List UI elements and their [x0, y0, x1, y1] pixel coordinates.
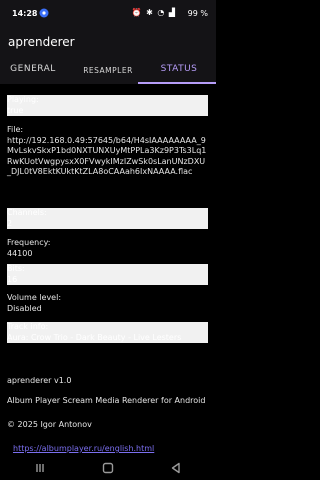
frequency-label: Frequency:	[7, 238, 51, 247]
volume-row: Volume level: Disabled	[7, 293, 208, 314]
battery-level: 99 %	[187, 9, 208, 18]
system-icons: ⏰ ✱ ◔ ▟	[132, 8, 176, 17]
back-icon	[171, 462, 180, 474]
recents-icon	[36, 464, 44, 472]
channels-value: 2	[7, 218, 13, 228]
frequency-row: Frequency: 44100	[7, 238, 208, 259]
track-info-label: Track info:	[7, 322, 49, 331]
bluetooth-icon: ✱	[146, 8, 154, 17]
status-content: Playing: true File: http://192.168.0.49:…	[0, 84, 216, 453]
tab-general[interactable]: GENERAL	[8, 64, 58, 74]
volume-value: Disabled	[7, 303, 42, 313]
bits-value: 16	[7, 274, 18, 284]
playing-label: Playing:	[7, 95, 39, 104]
home-button[interactable]	[100, 460, 116, 476]
playing-value: true	[7, 105, 24, 115]
app-title: aprenderer	[8, 35, 75, 49]
status-time: 14:28	[12, 9, 38, 18]
signal-icon: ▟	[168, 8, 176, 17]
about-description: Album Player Scream Media Renderer for A…	[7, 396, 206, 405]
file-label: File:	[7, 125, 24, 134]
volume-label: Volume level:	[7, 293, 62, 302]
bits-label: Bits:	[7, 264, 25, 273]
tab-resampler[interactable]: RESAMPLER	[78, 66, 138, 75]
about-copyright: © 2025 Igor Antonov	[7, 420, 92, 429]
home-icon	[102, 462, 114, 474]
back-button[interactable]	[168, 460, 184, 476]
track-info-row: Track info: Aura: Crow Trio - Dark Beaut…	[7, 322, 208, 343]
status-bar: 14:28 ⏰ ✱ ◔ ▟ 99 %	[0, 0, 216, 28]
tab-bar: GENERAL RESAMPLER STATUS	[0, 58, 216, 84]
tab-status[interactable]: STATUS	[150, 64, 208, 74]
recents-button[interactable]	[32, 460, 48, 476]
bits-row: Bits: 16	[7, 264, 208, 285]
file-row: File: http://192.168.0.49:57645/b64/H4sI…	[7, 125, 208, 178]
playing-row: Playing: true	[7, 95, 208, 116]
navigation-bar	[0, 456, 216, 480]
app-bar: aprenderer	[0, 28, 216, 58]
wifi-icon: ◔	[157, 8, 166, 17]
frequency-value: 44100	[7, 248, 33, 258]
alarm-icon: ⏰	[131, 8, 143, 17]
file-value: http://192.168.0.49:57645/b64/H4sIAAAAAA…	[7, 135, 207, 177]
notification-icon	[39, 8, 49, 18]
about-version: aprenderer v1.0	[7, 376, 72, 385]
channels-label: Channels:	[7, 208, 47, 217]
website-link[interactable]: https://albumplayer.ru/english.html	[13, 444, 218, 454]
channels-row: Channels: 2	[7, 208, 208, 229]
track-info-value: Aura: Crow Trio - Dark Beauty - Live Les…	[7, 332, 182, 342]
